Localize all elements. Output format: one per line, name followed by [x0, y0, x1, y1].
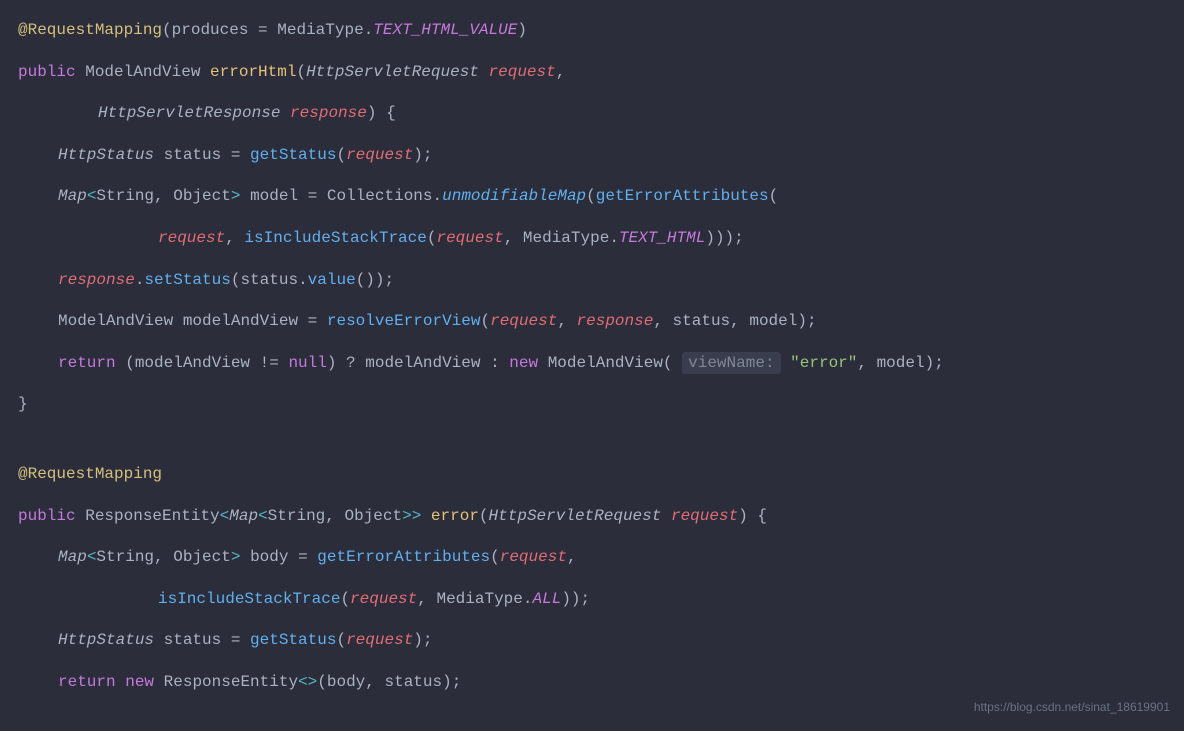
- annotation: @RequestMapping: [18, 21, 162, 39]
- arg: response: [577, 312, 654, 330]
- constant: ALL: [533, 590, 562, 608]
- code-line: @RequestMapping: [18, 454, 1166, 496]
- code-line: isIncludeStackTrace(request, MediaType.A…: [18, 579, 1166, 621]
- keyword: return: [58, 673, 116, 691]
- arg: request: [350, 590, 417, 608]
- keyword: public: [18, 63, 76, 81]
- generic-type: Object: [344, 507, 402, 525]
- code-line: response.setStatus(status.value());: [18, 260, 1166, 302]
- param-type: HttpServletRequest: [489, 507, 662, 525]
- class-ref: Collections: [327, 187, 433, 205]
- generic-type: String: [96, 548, 154, 566]
- variable: status: [240, 271, 298, 289]
- code-line: request, isIncludeStackTrace(request, Me…: [18, 218, 1166, 260]
- code-line: Map<String, Object> body = getErrorAttri…: [18, 537, 1166, 579]
- arg: request: [490, 312, 557, 330]
- method-name: errorHtml: [210, 63, 296, 81]
- keyword: new: [125, 673, 154, 691]
- class-ref: ModelAndView: [548, 354, 663, 372]
- keyword: null: [288, 354, 326, 372]
- type: Map: [58, 548, 87, 566]
- class-ref: MediaType: [523, 229, 609, 247]
- variable: model: [250, 187, 298, 205]
- code-line: }: [18, 384, 1166, 426]
- code-line: public ModelAndView errorHtml(HttpServle…: [18, 52, 1166, 94]
- method-call: resolveErrorView: [327, 312, 481, 330]
- generic-type: Object: [173, 548, 231, 566]
- method-call: getStatus: [250, 146, 336, 164]
- class-ref: ResponseEntity: [164, 673, 298, 691]
- method-call: unmodifiableMap: [442, 187, 586, 205]
- type: HttpStatus: [58, 146, 154, 164]
- code-editor[interactable]: @RequestMapping(produces = MediaType.TEX…: [18, 10, 1166, 704]
- watermark-text: https://blog.csdn.net/sinat_18619901: [974, 692, 1170, 723]
- arg: body: [327, 673, 365, 691]
- code-line: public ResponseEntity<Map<String, Object…: [18, 496, 1166, 538]
- variable: modelAndView: [365, 354, 480, 372]
- param-type: HttpServletRequest: [306, 63, 479, 81]
- arg: request: [346, 146, 413, 164]
- method-name: error: [431, 507, 479, 525]
- type: HttpStatus: [58, 631, 154, 649]
- code-line: @RequestMapping(produces = MediaType.TEX…: [18, 10, 1166, 52]
- generic-type: Map: [229, 507, 258, 525]
- generic-type: Object: [173, 187, 231, 205]
- arg: request: [436, 229, 503, 247]
- class-ref: MediaType: [436, 590, 522, 608]
- annotation: @RequestMapping: [18, 465, 162, 483]
- code-line: return (modelAndView != null) ? modelAnd…: [18, 343, 1166, 385]
- method-call: getErrorAttributes: [596, 187, 769, 205]
- arg: request: [500, 548, 567, 566]
- generic-type: String: [96, 187, 154, 205]
- method-call: setStatus: [144, 271, 230, 289]
- arg: request: [346, 631, 413, 649]
- blank-line: [18, 426, 1166, 454]
- variable: status: [164, 146, 222, 164]
- method-call: isIncludeStackTrace: [158, 590, 340, 608]
- variable: body: [250, 548, 288, 566]
- return-type: ResponseEntity: [85, 507, 219, 525]
- string-literal: "error": [790, 354, 857, 372]
- variable: modelAndView: [183, 312, 298, 330]
- constant: TEXT_HTML: [619, 229, 705, 247]
- code-line: ModelAndView modelAndView = resolveError…: [18, 301, 1166, 343]
- keyword: return: [58, 354, 116, 372]
- arg: model: [749, 312, 797, 330]
- param: request: [671, 507, 738, 525]
- return-type: ModelAndView: [85, 63, 200, 81]
- constant: TEXT_HTML_VALUE: [373, 21, 517, 39]
- code-line: Map<String, Object> model = Collections.…: [18, 176, 1166, 218]
- keyword: new: [509, 354, 538, 372]
- method-call: getErrorAttributes: [317, 548, 490, 566]
- code-line: HttpStatus status = getStatus(request);: [18, 620, 1166, 662]
- variable: modelAndView: [135, 354, 250, 372]
- arg: status: [673, 312, 731, 330]
- param-type: HttpServletResponse: [98, 104, 280, 122]
- arg: request: [158, 229, 225, 247]
- inline-hint: viewName:: [682, 352, 780, 374]
- type: ModelAndView: [58, 312, 173, 330]
- code-line: HttpServletResponse response) {: [18, 93, 1166, 135]
- keyword: public: [18, 507, 76, 525]
- arg: status: [384, 673, 442, 691]
- param-key: produces: [172, 21, 249, 39]
- variable: response: [58, 271, 135, 289]
- type: Map: [58, 187, 87, 205]
- arg: model: [877, 354, 925, 372]
- code-line: HttpStatus status = getStatus(request);: [18, 135, 1166, 177]
- param: request: [489, 63, 556, 81]
- class-ref: MediaType: [277, 21, 363, 39]
- method-call: isIncludeStackTrace: [244, 229, 426, 247]
- variable: status: [164, 631, 222, 649]
- generic-type: String: [268, 507, 326, 525]
- method-call: getStatus: [250, 631, 336, 649]
- param: response: [290, 104, 367, 122]
- method-call: value: [308, 271, 356, 289]
